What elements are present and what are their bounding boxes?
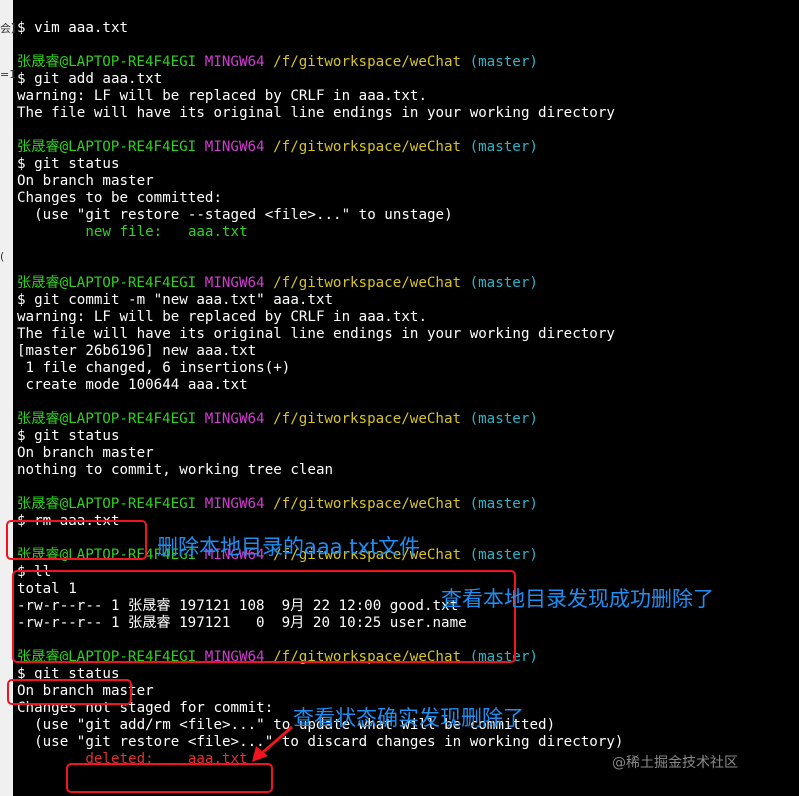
output-line: On branch master bbox=[17, 445, 154, 461]
prompt-line: 张晟睿@LAPTOP-RE4F4EGI MINGW64 /f/gitworksp… bbox=[17, 411, 538, 428]
prompt-path: /f/gitworkspace/weChat bbox=[273, 54, 462, 70]
output-line: 1 file changed, 6 insertions(+) bbox=[17, 360, 291, 376]
prompt-line: 张晟睿@LAPTOP-RE4F4EGI MINGW64 /f/gitworksp… bbox=[17, 496, 538, 513]
ll-annotation: 查看本地目录发现成功删除了 bbox=[441, 587, 714, 611]
output-line: (use "git restore --staged <file>..." to… bbox=[17, 207, 453, 223]
prompt-user: 张晟睿@LAPTOP-RE4F4EGI bbox=[17, 496, 197, 512]
prompt-env: MINGW64 bbox=[204, 496, 265, 512]
status-annotation: 查看状态确实发现删除了 bbox=[293, 706, 524, 730]
output-line: $ git commit -m "new aaa.txt" aaa.txt bbox=[17, 292, 334, 308]
terminal-output[interactable]: $ vim aaa.txt 张晟睿@LAPTOP-RE4F4EGI MINGW64… bbox=[13, 0, 799, 796]
prompt-user: 张晟睿@LAPTOP-RE4F4EGI bbox=[17, 139, 197, 155]
output-line: Changes to be committed: bbox=[17, 190, 222, 206]
output-line: warning: LF will be replaced by CRLF in … bbox=[17, 88, 427, 104]
prompt-branch: (master) bbox=[469, 139, 538, 155]
output-line: $ git status bbox=[17, 156, 120, 172]
strip-text-3: ( bbox=[0, 250, 5, 263]
prompt-env: MINGW64 bbox=[204, 139, 265, 155]
rm-highlight-box bbox=[6, 520, 147, 560]
prompt-env: MINGW64 bbox=[204, 54, 265, 70]
prompt-user: 张晟睿@LAPTOP-RE4F4EGI bbox=[17, 411, 197, 427]
output-line: The file will have its original line end… bbox=[17, 105, 615, 121]
git-status-highlight-box bbox=[7, 679, 132, 705]
output-line: $ git status bbox=[17, 428, 120, 444]
output-line: $ vim aaa.txt bbox=[17, 20, 129, 36]
output-line: warning: LF will be replaced by CRLF in … bbox=[17, 309, 427, 325]
prompt-path: /f/gitworkspace/weChat bbox=[273, 496, 462, 512]
left-window-edge: 会】 =1 ( bbox=[0, 0, 22, 796]
deleted-highlight-box bbox=[66, 763, 273, 793]
prompt-branch: (master) bbox=[469, 54, 538, 70]
prompt-branch: (master) bbox=[469, 496, 538, 512]
prompt-user: 张晟睿@LAPTOP-RE4F4EGI bbox=[17, 275, 197, 291]
prompt-path: /f/gitworkspace/weChat bbox=[273, 411, 462, 427]
output-line: The file will have its original line end… bbox=[17, 326, 615, 342]
prompt-path: /f/gitworkspace/weChat bbox=[273, 139, 462, 155]
output-line: On branch master bbox=[17, 173, 154, 189]
output-line: [master 26b6196] new aaa.txt bbox=[17, 343, 257, 359]
watermark: @稀土掘金技术社区 bbox=[612, 755, 738, 771]
prompt-branch: (master) bbox=[469, 547, 538, 563]
prompt-branch: (master) bbox=[469, 411, 538, 427]
ll-highlight-box bbox=[12, 570, 516, 663]
prompt-branch: (master) bbox=[469, 275, 538, 291]
prompt-path: /f/gitworkspace/weChat bbox=[273, 275, 462, 291]
prompt-line: 张晟睿@LAPTOP-RE4F4EGI MINGW64 /f/gitworksp… bbox=[17, 275, 538, 292]
output-line: nothing to commit, working tree clean bbox=[17, 462, 334, 478]
prompt-env: MINGW64 bbox=[204, 411, 265, 427]
staged-file-line: new file: aaa.txt bbox=[17, 224, 248, 240]
prompt-line: 张晟睿@LAPTOP-RE4F4EGI MINGW64 /f/gitworksp… bbox=[17, 139, 538, 156]
output-line: create mode 100644 aaa.txt bbox=[17, 377, 248, 393]
rm-annotation: 删除本地目录的aaa.txt文件 bbox=[157, 535, 421, 559]
prompt-line: 张晟睿@LAPTOP-RE4F4EGI MINGW64 /f/gitworksp… bbox=[17, 54, 538, 71]
prompt-user: 张晟睿@LAPTOP-RE4F4EGI bbox=[17, 54, 197, 70]
prompt-env: MINGW64 bbox=[204, 275, 265, 291]
output-line: $ git add aaa.txt bbox=[17, 71, 163, 87]
output-line: (use "git restore <file>..." to discard … bbox=[17, 734, 624, 750]
